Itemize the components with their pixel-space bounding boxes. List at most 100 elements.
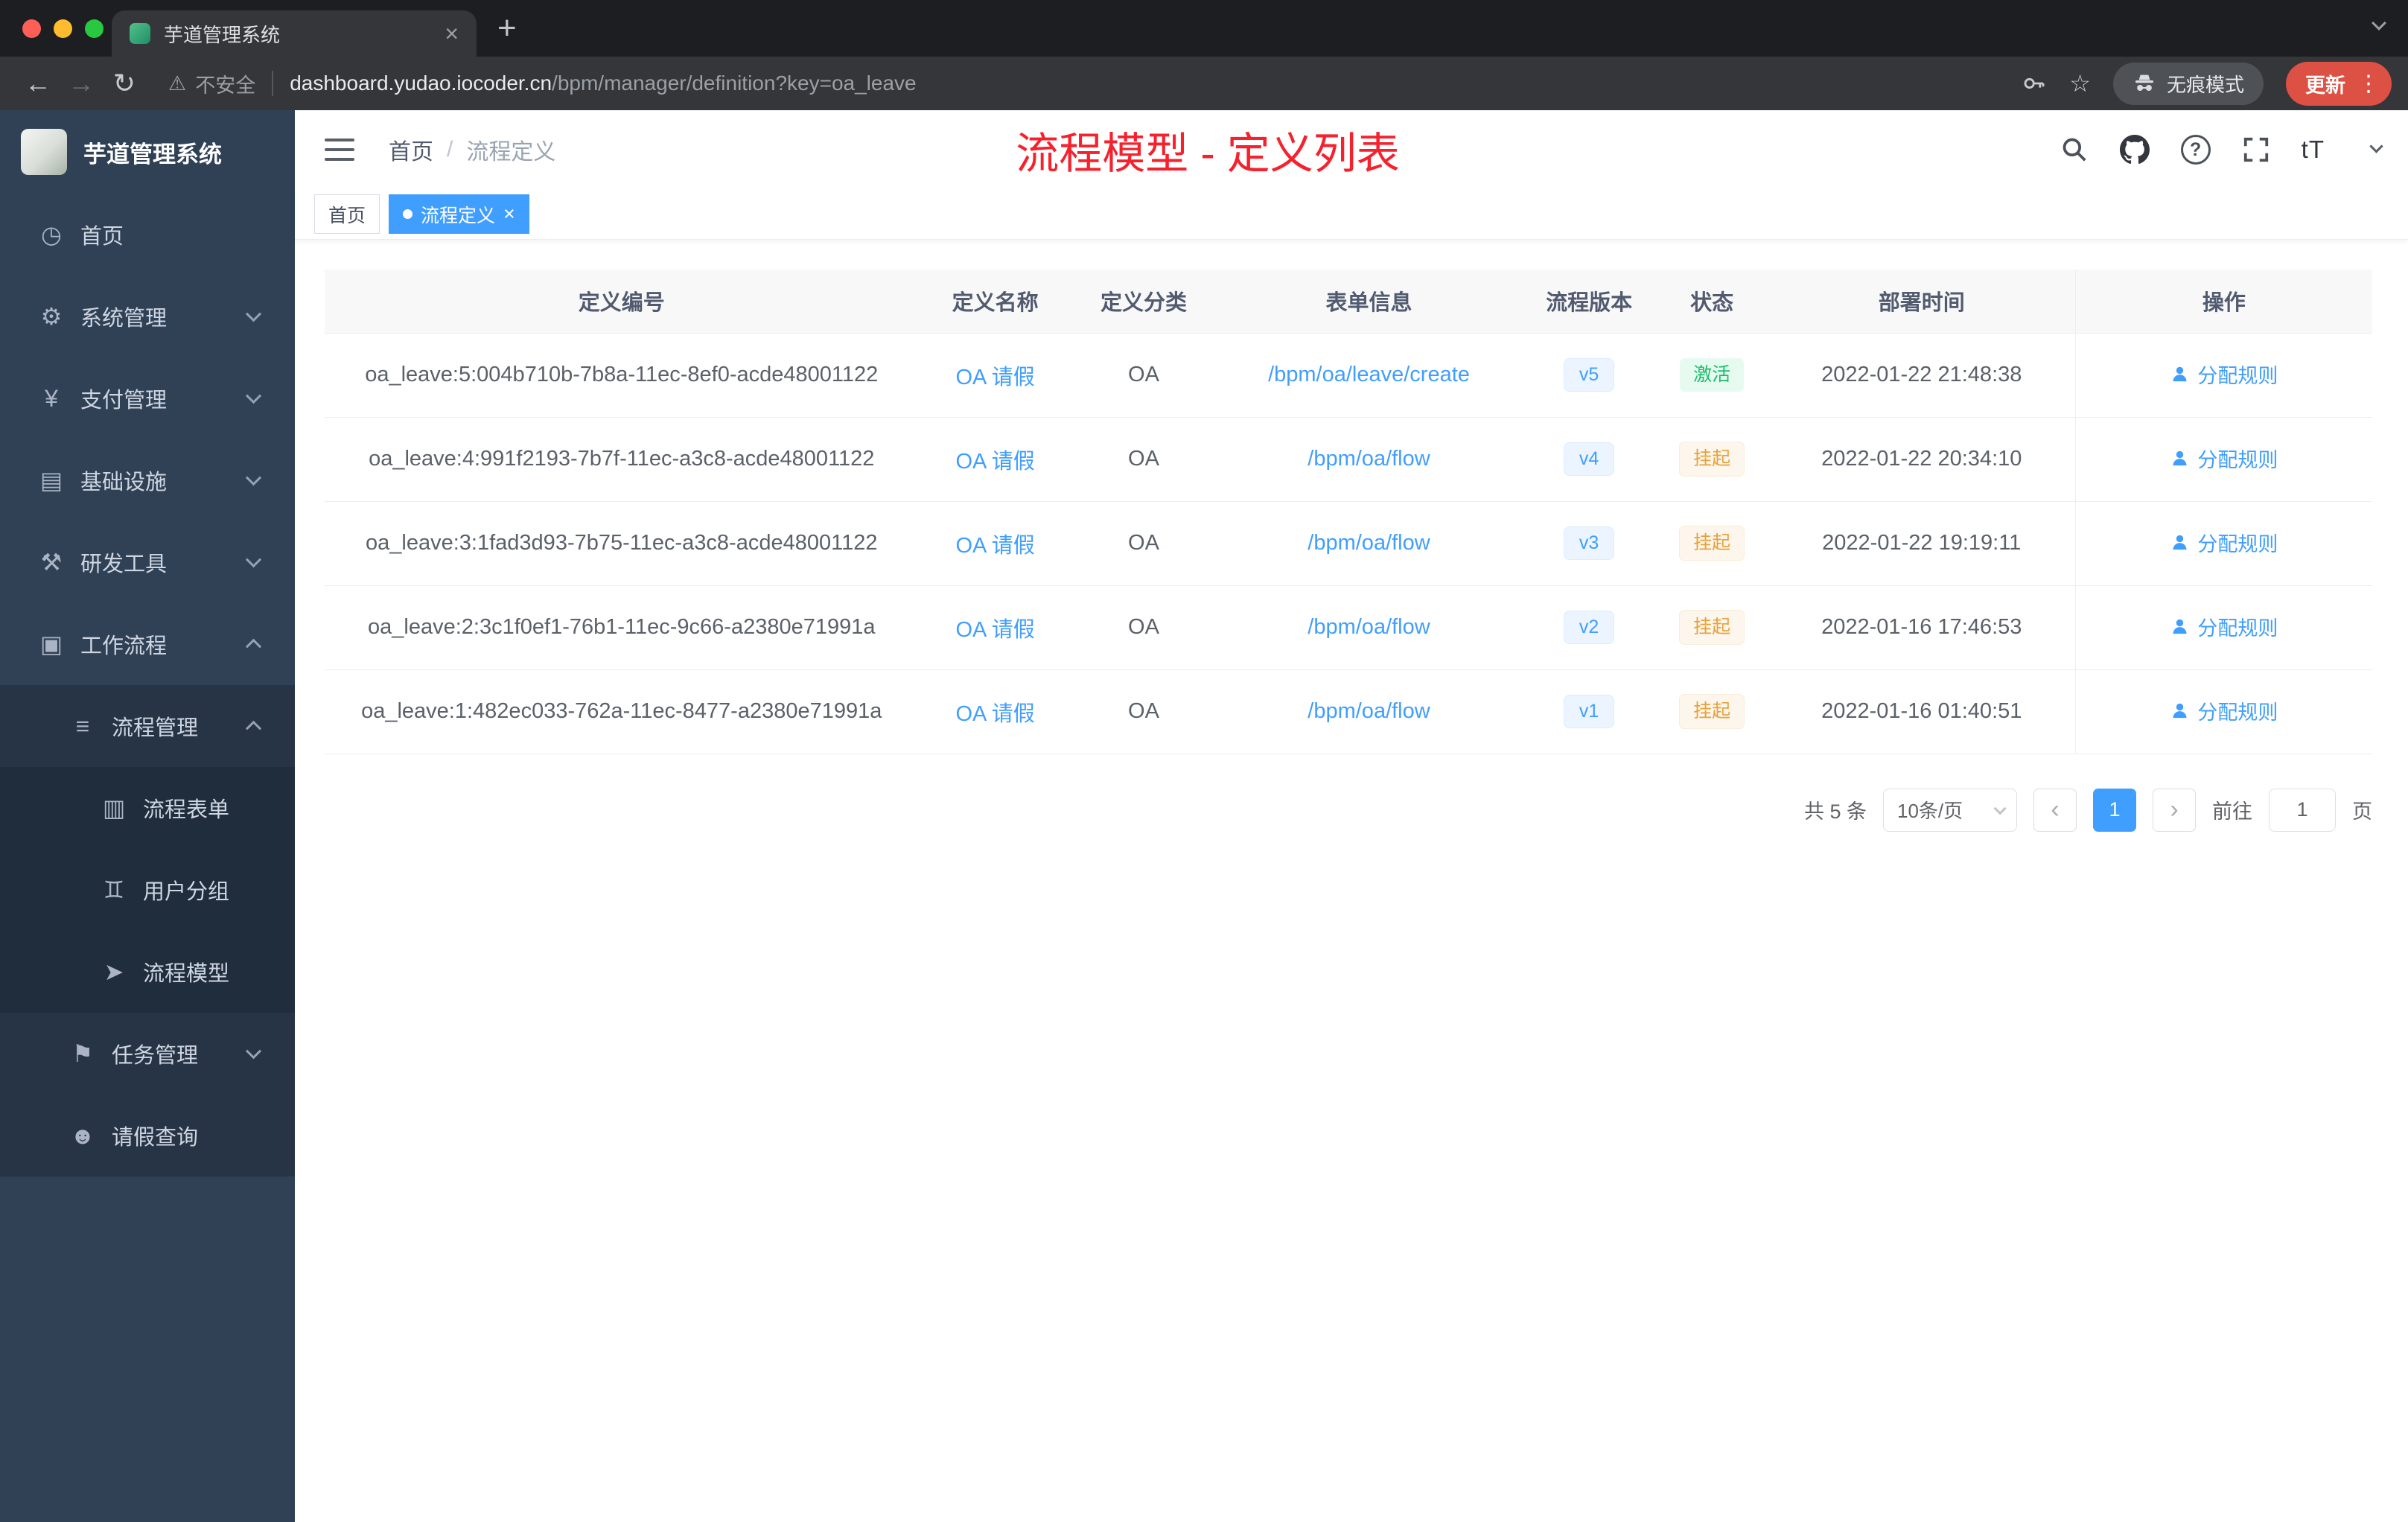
- tag-close-icon[interactable]: ×: [503, 204, 515, 224]
- search-icon[interactable]: [2060, 136, 2089, 164]
- version-badge: v1: [1563, 694, 1615, 729]
- reload-button[interactable]: ↻: [103, 68, 146, 99]
- status-badge: 挂起: [1679, 441, 1745, 477]
- definition-name-link[interactable]: OA 请假: [955, 618, 1034, 642]
- assign-rule-label: 分配规则: [2197, 701, 2278, 724]
- help-icon[interactable]: ?: [2180, 135, 2211, 165]
- sidebar-item-home[interactable]: ◷ 首页: [0, 194, 295, 276]
- assign-rule-button[interactable]: 分配规则: [2170, 696, 2278, 725]
- back-button[interactable]: ←: [16, 68, 60, 99]
- version-badge: v3: [1563, 526, 1615, 561]
- definition-name-link[interactable]: OA 请假: [955, 366, 1034, 389]
- sidebar-toggle-button[interactable]: [322, 132, 357, 168]
- sidebar-item-process-model[interactable]: ➤ 流程模型: [0, 931, 295, 1013]
- assign-rule-button[interactable]: 分配规则: [2170, 612, 2278, 641]
- sidebar-item-workflow[interactable]: ▣ 工作流程: [0, 603, 295, 685]
- next-page-button[interactable]: ›: [2153, 788, 2196, 832]
- url-host: dashboard.yudao.iocoder.cn: [290, 71, 552, 95]
- bookmark-star-icon[interactable]: ☆: [2069, 69, 2091, 98]
- deploy-time: 2022-01-22 20:34:10: [1768, 417, 2076, 502]
- close-window-button[interactable]: [22, 19, 41, 38]
- definition-name-link[interactable]: OA 请假: [955, 450, 1034, 474]
- current-page-button[interactable]: 1: [2093, 788, 2136, 832]
- tab-search-chevron-icon[interactable]: [2372, 16, 2389, 33]
- briefcase-icon: ▣: [39, 631, 63, 657]
- warning-icon: ⚠: [168, 71, 187, 95]
- assign-rule-button[interactable]: 分配规则: [2170, 444, 2278, 473]
- browser-menu-icon[interactable]: ⋮: [2357, 71, 2380, 97]
- top-navbar: 首页 / 流程定义 流程模型 - 定义列表 ? tT: [295, 110, 2408, 189]
- assign-rule-button[interactable]: 分配规则: [2170, 528, 2278, 557]
- chevron-up-icon: [245, 720, 262, 736]
- main-area: 首页 / 流程定义 流程模型 - 定义列表 ? tT 首页 流程定义 × 定义编…: [295, 110, 2408, 1522]
- form-link[interactable]: /bpm/oa/flow: [1307, 615, 1430, 639]
- tab-close-icon[interactable]: ×: [445, 22, 459, 45]
- assign-rule-label: 分配规则: [2197, 449, 2278, 471]
- window-controls: [22, 19, 103, 38]
- user-icon: [2173, 703, 2187, 719]
- table-row: oa_leave:2:3c1f0ef1-76b1-11ec-9c66-a2380…: [325, 585, 2372, 670]
- page-size-select[interactable]: 10条/页: [1883, 788, 2017, 832]
- url-field[interactable]: dashboard.yudao.iocoder.cn/bpm/manager/d…: [290, 71, 2004, 95]
- sidebar-item-label: 系统管理: [80, 307, 168, 331]
- definition-id: oa_leave:2:3c1f0ef1-76b1-11ec-9c66-a2380…: [325, 585, 919, 670]
- site-favicon-icon: [130, 23, 150, 44]
- sidebar-item-leave-query[interactable]: ☻ 请假查询: [0, 1095, 295, 1176]
- sidebar-item-system[interactable]: ⚙ 系统管理: [0, 276, 295, 357]
- tags-view-bar: 首页 流程定义 ×: [295, 189, 2408, 240]
- gear-icon: ⚙: [40, 303, 63, 330]
- incognito-badge: 无痕模式: [2112, 62, 2264, 105]
- definition-category: OA: [1071, 333, 1216, 418]
- flag-icon: ⚑: [71, 1040, 94, 1067]
- definition-category: OA: [1071, 585, 1216, 670]
- sidebar-item-process-management[interactable]: ≡ 流程管理: [0, 685, 295, 767]
- table-row: oa_leave:4:991f2193-7b7f-11ec-a3c8-acde4…: [325, 417, 2372, 502]
- font-size-icon[interactable]: tT: [2302, 136, 2325, 164]
- security-chip[interactable]: ⚠ 不安全: [168, 69, 255, 98]
- prev-page-button[interactable]: ‹: [2033, 788, 2077, 832]
- breadcrumb-home[interactable]: 首页: [389, 133, 433, 166]
- column-header-status: 状态: [1655, 270, 1768, 334]
- form-link[interactable]: /bpm/oa/flow: [1307, 531, 1430, 555]
- tag-home[interactable]: 首页: [314, 194, 380, 234]
- github-icon[interactable]: [2119, 135, 2150, 165]
- definition-name-link[interactable]: OA 请假: [955, 534, 1034, 558]
- page-content: 定义编号 定义名称 定义分类 表单信息 流程版本 状态 部署时间 操作 oa_l…: [295, 240, 2408, 832]
- sidebar-item-task-management[interactable]: ⚑ 任务管理: [0, 1013, 295, 1095]
- fullscreen-icon[interactable]: [2242, 136, 2270, 164]
- form-link[interactable]: /bpm/oa/leave/create: [1268, 363, 1470, 386]
- forward-button[interactable]: →: [60, 68, 103, 99]
- assign-rule-label: 分配规则: [2197, 365, 2278, 387]
- sidebar-item-infrastructure[interactable]: ▤ 基础设施: [0, 439, 295, 521]
- deploy-time: 2022-01-22 19:19:11: [1768, 501, 2076, 586]
- maximize-window-button[interactable]: [85, 19, 103, 38]
- key-icon[interactable]: [2022, 71, 2047, 96]
- definition-id: oa_leave:3:1fad3d93-7b75-11ec-a3c8-acde4…: [325, 501, 919, 586]
- sidebar-item-label: 任务管理: [112, 1044, 199, 1068]
- send-icon: ➤: [103, 958, 124, 985]
- browser-tab[interactable]: 芋道管理系统 ×: [112, 10, 477, 57]
- form-link[interactable]: /bpm/oa/flow: [1307, 447, 1430, 471]
- goto-page-input[interactable]: [2269, 788, 2336, 832]
- sidebar-item-label: 用户分组: [143, 880, 230, 904]
- sidebar-logo[interactable]: 芋道管理系统: [0, 110, 295, 194]
- deploy-time: 2022-01-16 01:40:51: [1768, 669, 2076, 754]
- definition-table: 定义编号 定义名称 定义分类 表单信息 流程版本 状态 部署时间 操作 oa_l…: [325, 270, 2372, 754]
- sidebar-item-process-form[interactable]: ▥ 流程表单: [0, 767, 295, 849]
- browser-chrome: 芋道管理系统 × + ← → ↻ ⚠ 不安全 dashboard.yudao.i…: [0, 0, 2408, 110]
- update-button[interactable]: 更新 ⋮: [2286, 61, 2392, 106]
- sidebar-item-devtools[interactable]: ⚒ 研发工具: [0, 521, 295, 603]
- deploy-time: 2022-01-16 17:46:53: [1768, 585, 2076, 670]
- definition-name-link[interactable]: OA 请假: [955, 702, 1034, 726]
- chevron-down-icon: [245, 552, 262, 568]
- assign-rule-button[interactable]: 分配规则: [2170, 360, 2278, 389]
- table-row: oa_leave:5:004b710b-7b8a-11ec-8ef0-acde4…: [325, 333, 2372, 418]
- sidebar-item-user-group[interactable]: ♊ 用户分组: [0, 849, 295, 931]
- column-header-time: 部署时间: [1768, 270, 2076, 334]
- tag-process-definition[interactable]: 流程定义 ×: [389, 194, 529, 234]
- new-tab-button[interactable]: +: [477, 0, 538, 57]
- minimize-window-button[interactable]: [54, 19, 72, 38]
- sidebar-item-payment[interactable]: ¥ 支付管理: [0, 357, 295, 439]
- form-link[interactable]: /bpm/oa/flow: [1307, 699, 1430, 723]
- sidebar-item-label: 请假查询: [112, 1126, 199, 1150]
